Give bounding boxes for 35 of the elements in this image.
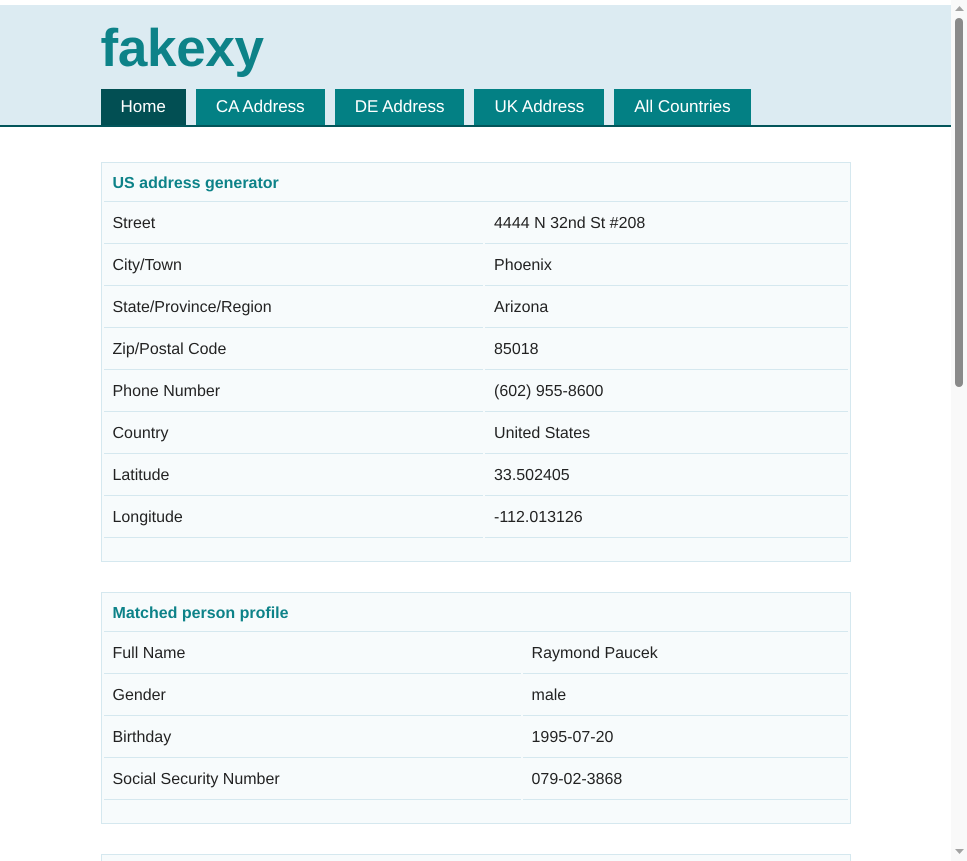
field-value: 079-02-3868 bbox=[522, 760, 848, 800]
field-value: United States bbox=[485, 414, 848, 454]
field-label: Full Name bbox=[104, 634, 521, 674]
field-value: 4444 N 32nd St #208 bbox=[485, 204, 848, 244]
field-value: Arizona bbox=[485, 288, 848, 328]
field-value: 1995-07-20 bbox=[522, 718, 848, 758]
field-value: -112.013126 bbox=[485, 498, 848, 538]
nav-tab[interactable]: DE Address bbox=[334, 89, 464, 125]
field-value: Phoenix bbox=[485, 246, 848, 286]
scroll-down-icon[interactable] bbox=[954, 849, 964, 854]
nav-tab[interactable]: Home bbox=[100, 89, 186, 125]
field-label: Zip/Postal Code bbox=[104, 330, 484, 370]
field-label: Latitude bbox=[104, 456, 484, 496]
field-label: Street bbox=[104, 204, 484, 244]
field-label: City/Town bbox=[104, 246, 484, 286]
field-label: Birthday bbox=[104, 718, 521, 758]
card-title: Matched person profile bbox=[104, 595, 848, 632]
field-label: Country bbox=[104, 414, 484, 454]
field-label: Longitude bbox=[104, 498, 484, 538]
scrollbar-thumb[interactable] bbox=[955, 18, 963, 387]
field-label: State/Province/Region bbox=[104, 288, 484, 328]
site-logo[interactable]: fakexy bbox=[100, 22, 264, 75]
field-value: 33.502405 bbox=[485, 456, 848, 496]
nav-tab[interactable]: CA Address bbox=[196, 89, 325, 125]
field-label: Social Security Number bbox=[104, 760, 521, 800]
nav-tab[interactable]: All Countries bbox=[614, 89, 751, 125]
field-label: Phone Number bbox=[104, 372, 484, 412]
field-value: (602) 955-8600 bbox=[485, 372, 848, 412]
nav-tab[interactable]: UK Address bbox=[474, 89, 604, 125]
card-title: US address generator bbox=[104, 165, 848, 202]
field-label: Gender bbox=[104, 676, 521, 716]
field-value: Raymond Paucek bbox=[522, 634, 848, 674]
scroll-up-icon[interactable] bbox=[954, 6, 964, 11]
field-value: male bbox=[522, 676, 848, 716]
field-value: 85018 bbox=[485, 330, 848, 370]
